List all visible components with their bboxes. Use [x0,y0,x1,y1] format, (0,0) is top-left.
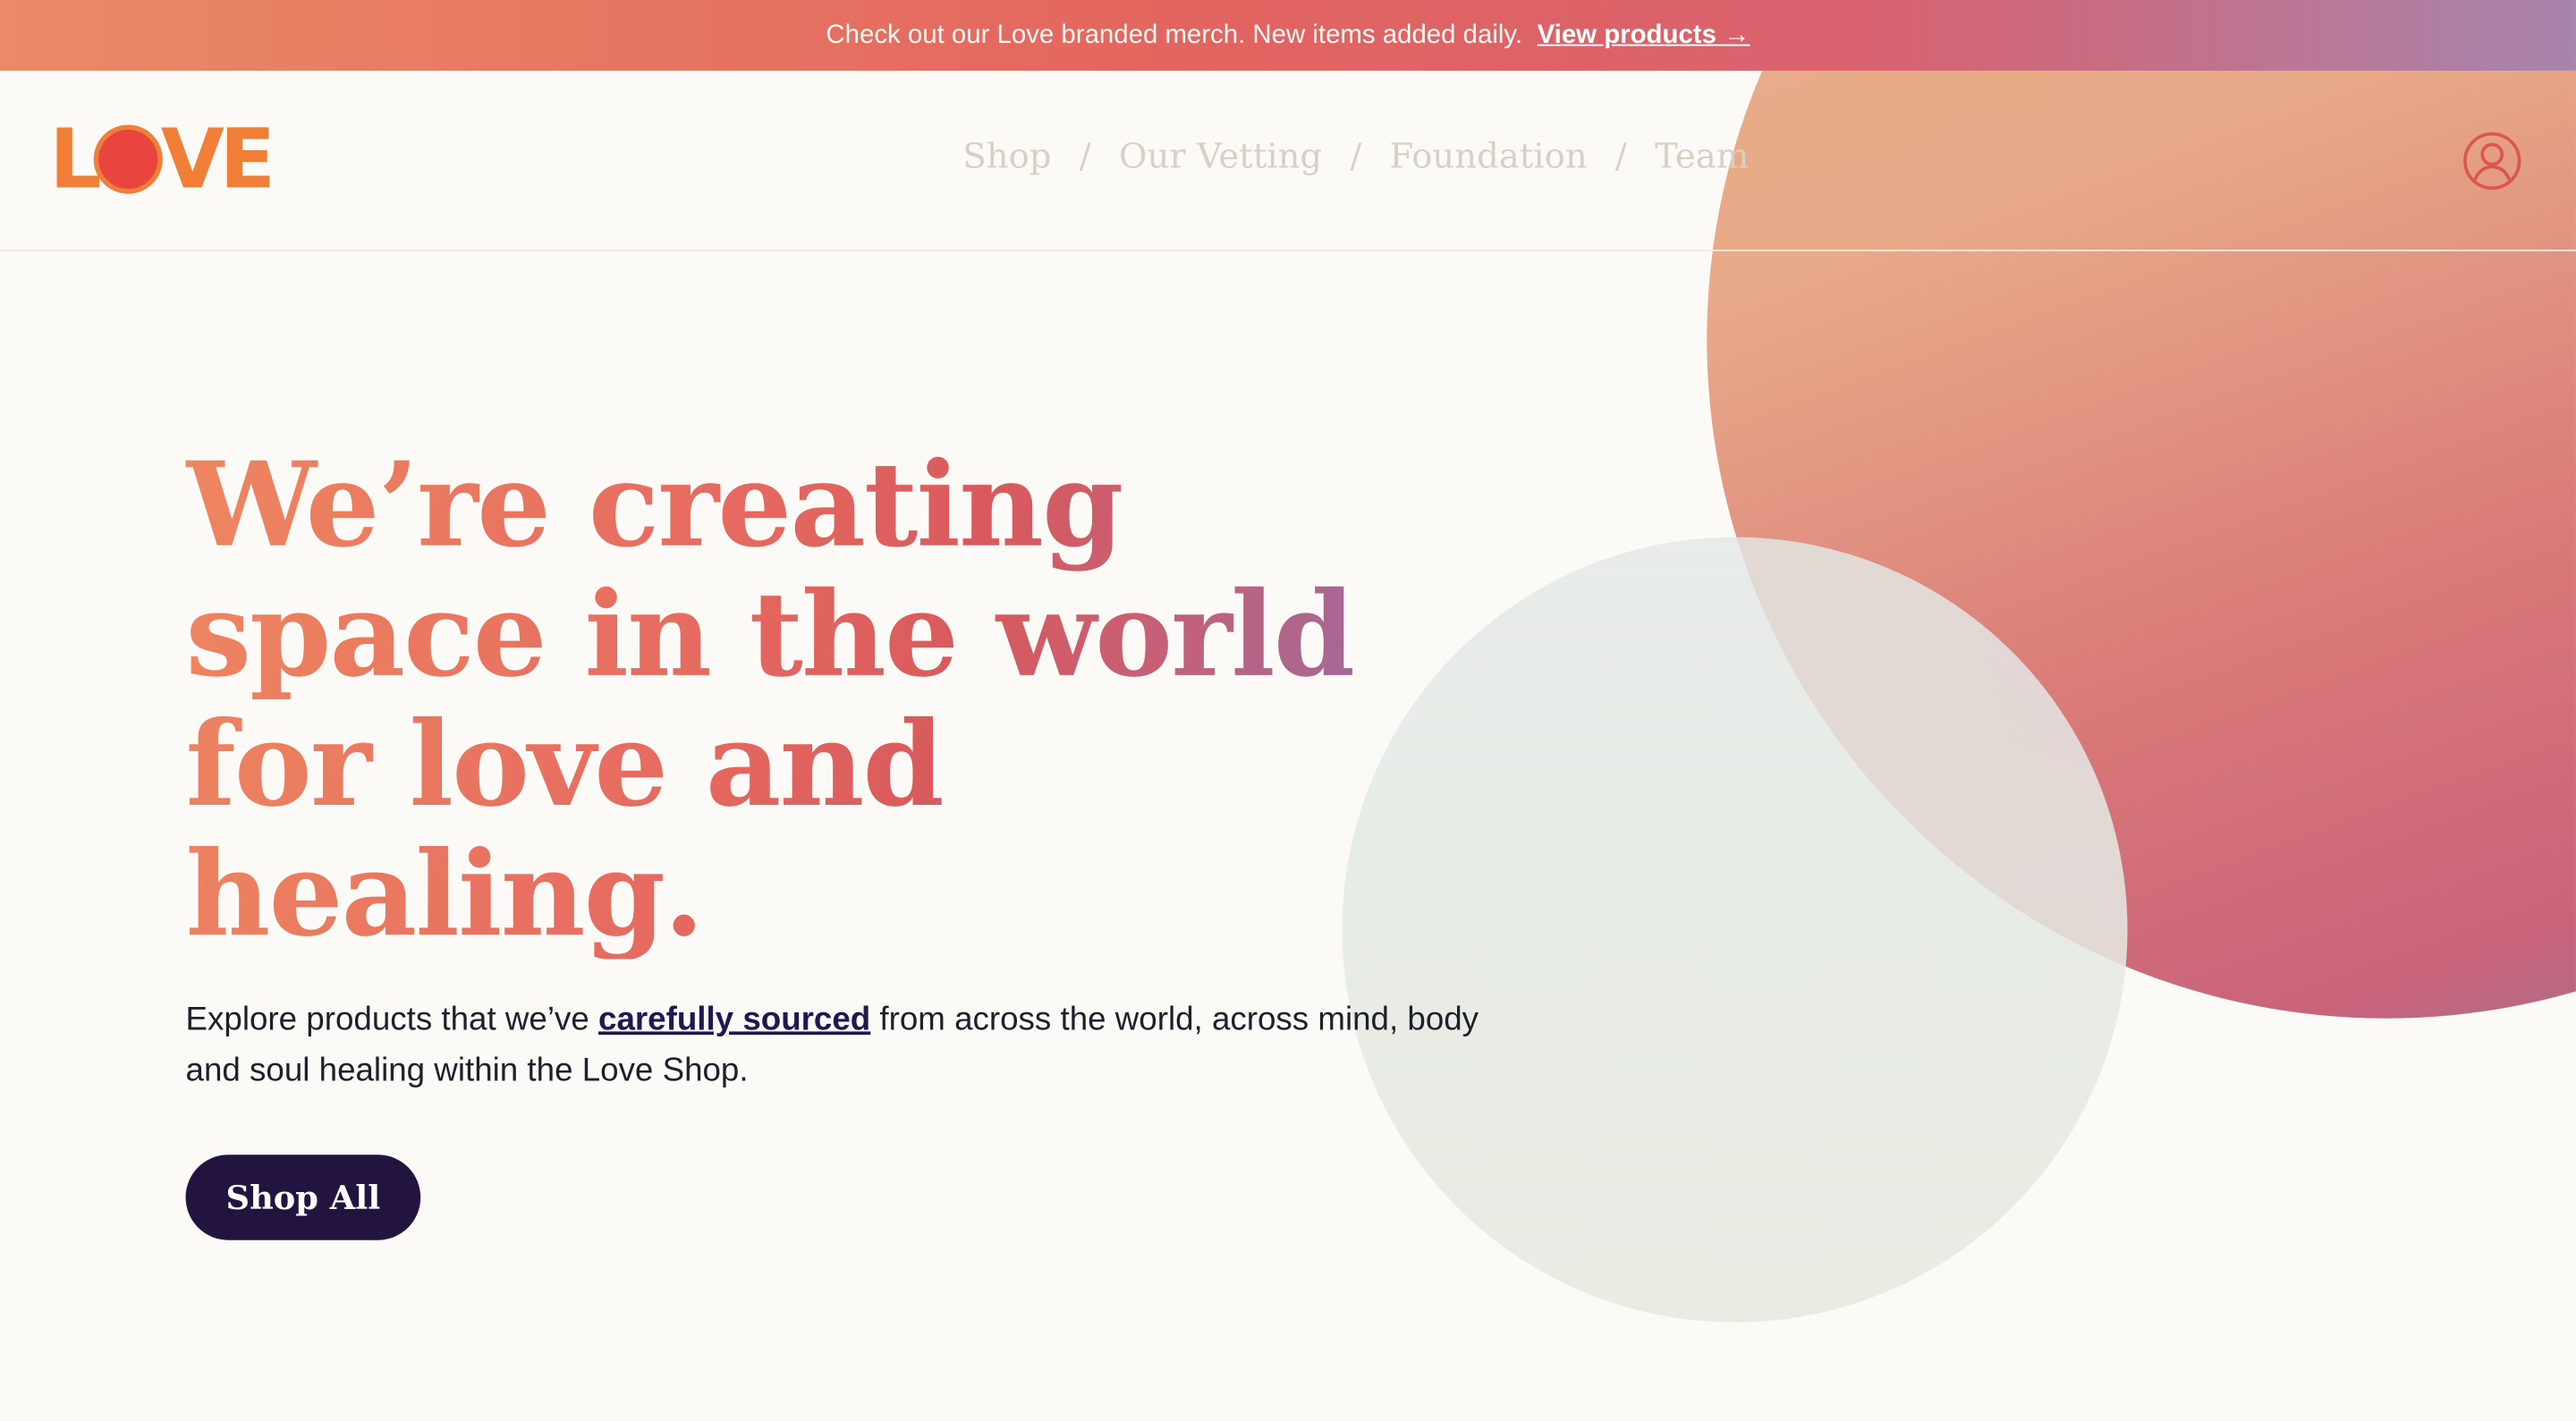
nav-separator: / [1350,136,1362,176]
user-circle-icon [2463,131,2521,190]
hero-description: Explore products that we’ve carefully so… [186,995,1484,1097]
nav-item-foundation[interactable]: Foundation [1390,136,1588,175]
hero-title-line: We’re creating [185,435,1123,574]
announcement-text: Check out our Love branded merch. New it… [826,20,1523,49]
announcement-bar: Check out our Love branded merch. New it… [0,0,2576,71]
hero-title-line: healing. [185,825,703,963]
main-nav: Shop / Our Vetting / Foundation / Team [962,136,1749,175]
hero-desc-text: Explore products that we’ve [185,1002,599,1038]
hero-title-line: for love and [185,694,943,833]
account-button[interactable] [2462,131,2521,190]
hero-title-line: space in the world [185,564,1354,704]
logo-wordmark: L VE [49,111,275,207]
logo-o-circle-icon [93,124,163,194]
nav-item-shop[interactable]: Shop [962,136,1051,175]
hero-title: We’re creating space in the world for lo… [186,440,1468,959]
nav-separator: / [1079,136,1091,176]
logo-letters-ve: VE [160,111,275,207]
carefully-sourced-link[interactable]: carefully sourced [598,1002,870,1037]
nav-item-our-vetting[interactable]: Our Vetting [1119,136,1322,175]
site-header: L VE Shop / Our Vetting / Foundation / T… [0,71,2576,252]
shop-all-button[interactable]: Shop All [185,1155,421,1240]
logo-letter-l: L [49,111,102,207]
page: Check out our Love branded merch. New it… [0,0,2576,1421]
nav-item-team[interactable]: Team [1655,136,1749,175]
nav-separator: / [1614,136,1627,176]
love-logo[interactable]: L VE [49,111,275,207]
view-products-link[interactable]: View products → [1538,21,1750,50]
